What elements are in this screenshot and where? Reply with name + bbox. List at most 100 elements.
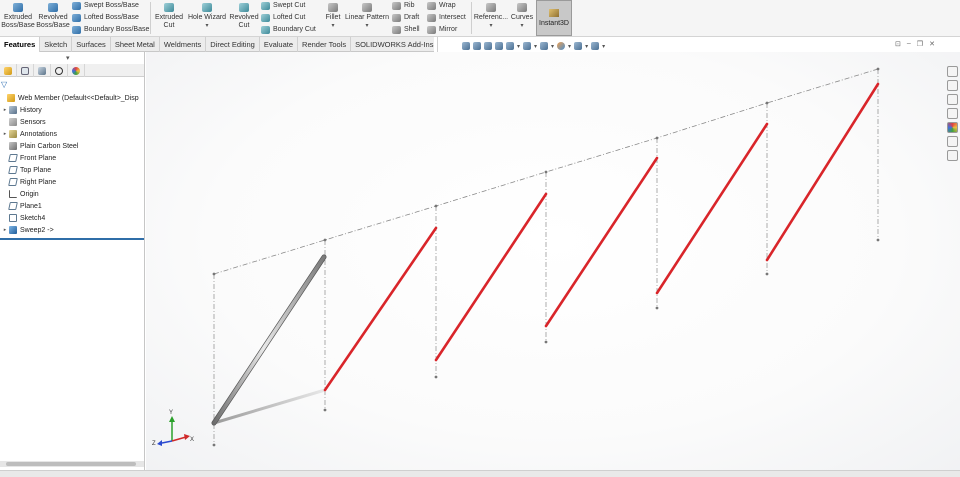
close-icon[interactable]: ✕ [929,40,935,48]
web-member-line[interactable] [765,82,880,262]
draft-button[interactable]: Draft [392,12,419,23]
tab-dimxpert-manager[interactable] [51,64,68,77]
file-explorer-icon[interactable] [946,108,958,119]
tree-item[interactable]: Top Plane [0,164,144,176]
tree-item[interactable]: ▸ Annotations [0,128,144,140]
tree-root-part[interactable]: Web Member (Default<<Default>_Disp [0,92,144,104]
tab-sketch[interactable]: Sketch [40,37,73,52]
construction-point[interactable] [434,204,438,208]
construction-point[interactable] [876,238,880,242]
tab-evaluate[interactable]: Evaluate [260,37,299,52]
expand-arrow-icon[interactable]: ▸ [2,107,8,113]
previous-view-icon[interactable] [484,42,492,50]
curves-dropdown[interactable]: ▾ [520,22,523,30]
view-orientation-dropdown[interactable]: ▾ [517,43,520,50]
display-style-dropdown[interactable]: ▾ [534,43,537,50]
construction-point[interactable] [765,101,769,105]
zoom-to-fit-icon[interactable] [462,42,470,50]
tree-item[interactable]: Front Plane [0,152,144,164]
reference-dropdown[interactable]: ▾ [489,22,492,30]
extruded-cut-button[interactable]: Extruded Cut [153,3,185,30]
model-viewport[interactable]: Y X Z [146,52,960,470]
view-orientation-icon[interactable] [506,42,514,50]
construction-point[interactable] [655,306,659,310]
view-settings-icon[interactable] [591,42,600,50]
swept-cut-button[interactable]: Swept Cut [261,0,305,11]
linear-pattern-dropdown[interactable]: ▾ [365,22,368,30]
swept-tube-body[interactable] [212,255,326,425]
tab-direct-editing[interactable]: Direct Editing [206,37,260,52]
minimize-icon[interactable]: – [907,40,911,48]
view-settings-dropdown[interactable]: ▾ [602,43,605,50]
restore-icon[interactable]: ❐ [917,40,923,48]
construction-point[interactable] [434,375,438,379]
tree-item[interactable]: Origin [0,188,144,200]
construction-point[interactable] [544,340,548,344]
tree-item[interactable]: ▸ History [0,104,144,116]
revolved-boss-button[interactable]: Revolved Boss/Base [36,3,70,30]
curves-button[interactable]: Curves ▾ [509,3,535,30]
design-library-icon[interactable] [946,94,958,105]
tab-property-manager[interactable] [17,64,34,77]
hide-show-items-icon[interactable] [540,42,549,50]
rib-button[interactable]: Rib [392,0,415,11]
expand-arrow-icon[interactable]: ▸ [2,131,8,137]
web-member-line[interactable] [323,226,438,392]
zoom-to-area-icon[interactable] [473,42,481,50]
linear-pattern-button[interactable]: Linear Pattern ▾ [344,3,390,30]
appearance-dropdown[interactable]: ▾ [568,43,571,50]
hide-show-dropdown[interactable]: ▾ [551,43,554,50]
home-icon[interactable] [946,66,958,77]
fillet-button[interactable]: Fillet ▾ [323,3,343,30]
instant3d-button[interactable]: Instant3D [536,0,572,36]
tab-surfaces[interactable]: Surfaces [72,37,111,52]
expand-arrow-icon[interactable]: ▸ [2,227,8,233]
wrap-button[interactable]: Wrap [427,0,456,11]
extruded-boss-button[interactable]: Extruded Boss/Base [1,3,35,30]
boundary-cut-button[interactable]: Boundary Cut [261,24,316,35]
tree-item[interactable]: Plane1 [0,200,144,212]
filter-icon[interactable]: ▽ [1,80,7,89]
edit-appearance-icon[interactable] [557,42,566,50]
scenes-icon[interactable] [574,42,583,50]
web-member-line[interactable] [655,122,769,295]
tree-item[interactable]: Right Plane [0,176,144,188]
forum-icon[interactable] [946,150,958,161]
construction-point[interactable] [655,136,659,140]
tree-item[interactable]: Sensors [0,116,144,128]
appearances-icon[interactable] [946,122,958,133]
graphics-area[interactable]: Y X Z [146,52,960,470]
panel-collapse-icon[interactable]: ▾ [66,54,70,62]
construction-point[interactable] [323,238,327,242]
expand-icon[interactable]: ⊡ [895,40,901,48]
tab-sheet-metal[interactable]: Sheet Metal [111,37,160,52]
tab-display-manager[interactable] [68,64,85,77]
tab-features[interactable]: Features [0,37,41,52]
tab-solidworks-add-ins[interactable]: SOLIDWORKS Add-Ins [351,37,439,52]
tab-feature-manager[interactable] [0,64,17,77]
construction-point[interactable] [765,272,769,276]
custom-properties-icon[interactable] [946,136,958,147]
intersect-button[interactable]: Intersect [427,12,466,23]
mirror-button[interactable]: Mirror [427,24,457,35]
section-view-icon[interactable] [495,42,503,50]
web-member-line[interactable] [434,192,548,362]
lofted-cut-button[interactable]: Lofted Cut [261,12,305,23]
scrollbar-thumb[interactable] [6,462,136,466]
tree-item[interactable]: ▸ Sweep2 -> [0,224,144,236]
construction-point[interactable] [323,408,327,412]
tree-item[interactable]: Plain Carbon Steel [0,140,144,152]
reference-geometry-button[interactable]: Referenc... ▾ [474,3,508,30]
construction-point[interactable] [544,170,548,174]
revolved-cut-button[interactable]: Revolved Cut [229,3,259,30]
scenes-dropdown[interactable]: ▾ [585,43,588,50]
display-style-icon[interactable] [523,42,532,50]
hole-wizard-dropdown[interactable]: ▾ [205,22,208,30]
tree-item[interactable]: Sketch4 [0,212,144,224]
web-member-line[interactable] [544,156,659,328]
shell-button[interactable]: Shell [392,24,420,35]
lofted-boss-button[interactable]: Lofted Boss/Base [72,12,139,23]
tab-weldments[interactable]: Weldments [160,37,207,52]
swept-boss-button[interactable]: Swept Boss/Base [72,0,139,11]
construction-point[interactable] [876,67,880,71]
